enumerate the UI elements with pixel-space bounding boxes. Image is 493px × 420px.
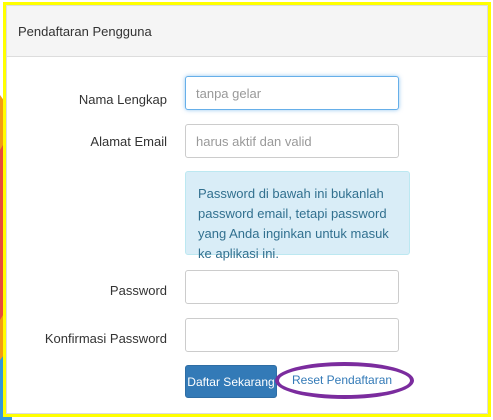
- password-confirm-label: Konfirmasi Password: [44, 331, 167, 346]
- panel-title: Pendaftaran Pengguna: [7, 6, 487, 57]
- register-button[interactable]: Daftar Sekarang: [185, 365, 277, 398]
- password-label: Password: [109, 283, 167, 298]
- email-input[interactable]: [185, 124, 399, 158]
- password-input[interactable]: [185, 270, 399, 304]
- reset-registration-link[interactable]: Reset Pendaftaran: [292, 373, 392, 387]
- email-label: Alamat Email: [90, 134, 167, 149]
- registration-panel: Pendaftaran Pengguna Nama Lengkap Alamat…: [6, 5, 488, 414]
- registration-frame: Pendaftaran Pengguna Nama Lengkap Alamat…: [3, 2, 491, 417]
- fullname-label: Nama Lengkap: [78, 92, 167, 107]
- password-confirm-input[interactable]: [185, 318, 399, 352]
- fullname-input[interactable]: [185, 76, 399, 110]
- password-info-alert: Password di bawah ini bukanlah password …: [185, 171, 410, 261]
